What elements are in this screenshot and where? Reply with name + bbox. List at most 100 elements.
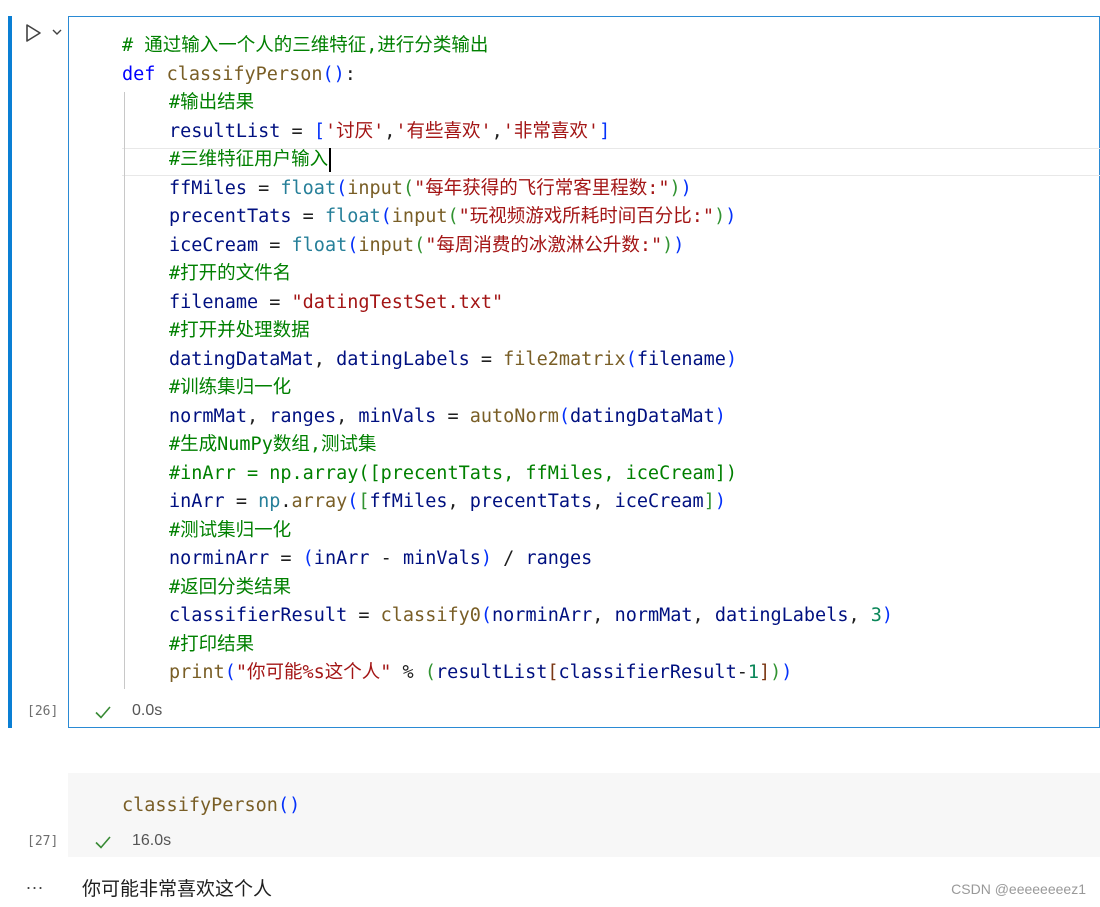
code-token: "你可能%s这个人" bbox=[235, 662, 392, 683]
code-token: ffMiles bbox=[369, 491, 448, 512]
code-token: [ bbox=[313, 120, 325, 142]
code-token: ) bbox=[714, 491, 726, 512]
code-token: classifyPerson bbox=[166, 63, 323, 85]
execution-time: 16.0s bbox=[132, 832, 172, 849]
code-cell-source[interactable]: # 通过输入一个人的三维特征,进行分类输出 def classifyPerson(… bbox=[122, 32, 893, 688]
code-token: #测试集归一化 bbox=[169, 519, 292, 541]
code-line[interactable]: # 通过输入一个人的三维特征,进行分类输出 bbox=[122, 32, 893, 61]
code-line[interactable]: precentTats = float(input("玩视频游戏所耗时间百分比:… bbox=[122, 203, 893, 232]
code-token: , bbox=[384, 120, 396, 142]
code-token: classifierResult bbox=[558, 662, 737, 683]
code-token: ( bbox=[625, 348, 637, 370]
code-cell-source[interactable]: classifyPerson() bbox=[122, 792, 300, 821]
output-more-actions-icon[interactable]: ... bbox=[26, 873, 44, 894]
code-token: ] bbox=[599, 120, 611, 142]
code-token: input bbox=[347, 177, 403, 199]
code-line[interactable]: #输出结果 bbox=[122, 89, 893, 118]
code-token: "每周消费的冰激淋公升数:" bbox=[425, 234, 663, 256]
code-token: ) bbox=[480, 548, 493, 569]
code-line[interactable]: iceCream = float(input("每周消费的冰激淋公升数:")) bbox=[122, 232, 893, 261]
code-token: / bbox=[492, 548, 526, 569]
code-line[interactable]: norminArr = (inArr - minVals) / ranges bbox=[122, 545, 893, 574]
code-token: minVals bbox=[402, 548, 481, 569]
code-token: ] bbox=[759, 662, 771, 683]
code-token: - bbox=[369, 548, 403, 569]
code-token: precentTats bbox=[169, 206, 292, 227]
code-line[interactable]: #打印结果 bbox=[122, 631, 893, 660]
code-token: array bbox=[291, 491, 348, 512]
execution-count: [27] bbox=[27, 834, 59, 849]
code-token: #打开并处理数据 bbox=[169, 320, 310, 341]
code-token: normMat bbox=[614, 605, 693, 626]
code-token: iceCream bbox=[614, 491, 704, 512]
code-token: ( bbox=[347, 491, 359, 512]
code-token: ( bbox=[558, 405, 570, 427]
code-line[interactable]: classifierResult = classify0(norminArr, … bbox=[122, 602, 893, 631]
code-token: input bbox=[391, 206, 448, 227]
code-token: float bbox=[324, 206, 381, 227]
execution-time: 0.0s bbox=[132, 702, 163, 719]
code-token: , bbox=[246, 405, 270, 427]
code-token: ( bbox=[414, 234, 426, 256]
code-token: resultList bbox=[435, 662, 548, 683]
code-token: classifierResult bbox=[169, 605, 348, 626]
code-token: norminArr bbox=[492, 605, 593, 626]
execution-count: [26] bbox=[27, 704, 59, 719]
code-token: ( bbox=[380, 206, 392, 227]
code-token: datingDataMat bbox=[570, 405, 715, 427]
code-token: filename bbox=[636, 348, 726, 370]
code-line[interactable]: datingDataMat, datingLabels = file2matri… bbox=[122, 346, 893, 375]
code-token: , bbox=[592, 605, 615, 626]
code-token: '非常喜欢' bbox=[502, 120, 600, 142]
code-token: ( bbox=[302, 548, 314, 569]
code-line[interactable]: print("你可能%s这个人" % (resultList[classifie… bbox=[122, 659, 893, 688]
code-line[interactable]: resultList = ['讨厌','有些喜欢','非常喜欢'] bbox=[122, 118, 893, 147]
code-token: ranges bbox=[269, 405, 337, 427]
code-token: #打开的文件名 bbox=[169, 263, 292, 284]
code-line[interactable]: #训练集归一化 bbox=[122, 374, 893, 403]
code-token: minVals bbox=[358, 405, 437, 427]
code-line[interactable]: #打开的文件名 bbox=[122, 260, 893, 289]
code-token: '有些喜欢' bbox=[395, 120, 492, 142]
code-token: [ bbox=[358, 491, 370, 512]
code-token: ( bbox=[347, 234, 359, 256]
code-line[interactable]: def classifyPerson(): bbox=[122, 61, 893, 90]
code-token: #返回分类结果 bbox=[169, 576, 292, 598]
code-token: - bbox=[736, 662, 748, 683]
code-line[interactable]: #生成NumPy数组,测试集 bbox=[122, 431, 893, 460]
code-line[interactable]: #三维特征用户输入 bbox=[122, 146, 893, 175]
code-token: "玩视频游戏所耗时间百分比:" bbox=[458, 206, 715, 227]
code-token: '讨厌' bbox=[324, 120, 385, 142]
code-line[interactable]: ffMiles = float(input("每年获得的飞行常客里程数:")) bbox=[122, 175, 893, 204]
code-token: #输出结果 bbox=[169, 92, 255, 113]
cell-output-text: 你可能非常喜欢这个人 bbox=[82, 878, 273, 900]
code-line[interactable]: filename = "datingTestSet.txt" bbox=[122, 289, 893, 318]
code-token: # 通过输入一个人的三维特征,进行分类输出 bbox=[122, 35, 489, 56]
code-line[interactable]: #打开并处理数据 bbox=[122, 317, 893, 346]
code-token: ) bbox=[673, 234, 685, 256]
code-token: ) bbox=[725, 348, 738, 370]
code-token: ( bbox=[224, 662, 236, 683]
code-token: , bbox=[336, 405, 359, 427]
code-line[interactable]: normMat, ranges, minVals = autoNorm(dati… bbox=[122, 403, 893, 432]
code-token: ) bbox=[881, 605, 894, 626]
code-token: float bbox=[291, 234, 348, 256]
chevron-down-icon[interactable] bbox=[50, 25, 64, 39]
code-line[interactable]: #inArr = np.array([precentTats, ffMiles,… bbox=[122, 460, 893, 489]
code-token: = bbox=[280, 120, 314, 142]
code-token: = bbox=[246, 177, 281, 199]
code-token: datingDataMat bbox=[169, 348, 314, 370]
code-line[interactable]: inArr = np.array([ffMiles, precentTats, … bbox=[122, 488, 893, 517]
play-icon[interactable] bbox=[22, 22, 44, 44]
code-token: ( bbox=[336, 177, 348, 199]
code-line[interactable]: #返回分类结果 bbox=[122, 574, 893, 603]
code-token: , bbox=[491, 120, 503, 142]
code-token: ffMiles bbox=[169, 177, 247, 199]
code-token: = bbox=[258, 234, 292, 256]
code-token: = bbox=[224, 491, 259, 512]
code-token: ( bbox=[424, 662, 436, 683]
code-line[interactable]: #测试集归一化 bbox=[122, 517, 893, 546]
code-token: ( bbox=[402, 177, 415, 199]
code-token: ( bbox=[447, 206, 459, 227]
code-token: filename bbox=[169, 291, 259, 313]
